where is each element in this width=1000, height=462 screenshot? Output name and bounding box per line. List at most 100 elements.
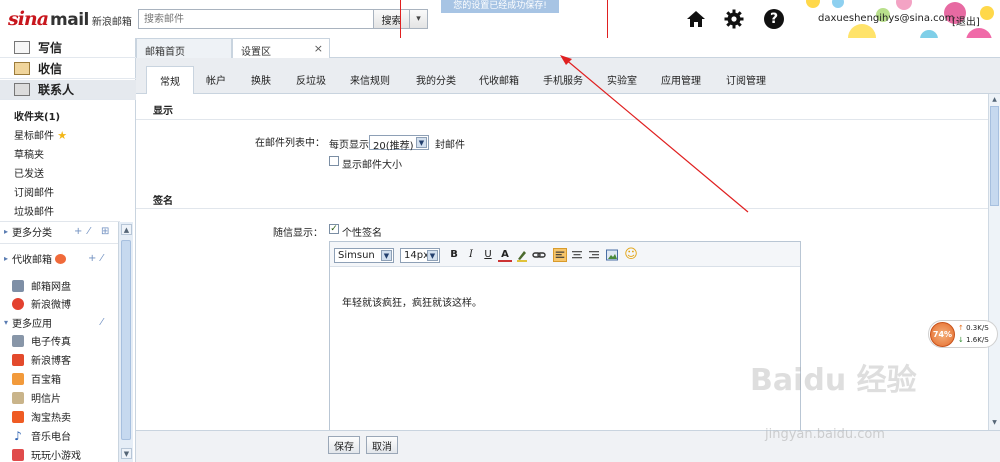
scroll-up-icon[interactable]: ▲ [121,224,132,235]
app-blog[interactable]: 新浪博客 [12,352,71,367]
app-postcard[interactable]: 明信片 [12,390,61,405]
app-taobao[interactable]: 淘宝热卖 [12,409,71,424]
sina-mail-logo[interactable]: sina mail 新浪邮箱 [8,8,132,30]
arrow-up-icon: ↑ [958,324,964,332]
tab-labs[interactable]: 实验室 [607,72,637,87]
cancel-button[interactable]: 取消 [366,436,398,454]
arrow-down-icon: ↓ [958,336,964,344]
edit-icon[interactable]: ⁄ [101,253,103,264]
tab-subscription-management[interactable]: 订阅管理 [726,72,766,87]
folder-subscriptions[interactable]: 订阅邮件 [14,184,54,199]
logo-sina: sina [8,8,49,30]
folder-sent[interactable]: 已发送 [14,165,44,180]
scroll-down-icon[interactable]: ▼ [990,418,999,427]
sidebar-scroll-thumb[interactable] [121,240,131,440]
help-icon[interactable]: ? [764,9,784,29]
add-icon[interactable]: + [88,253,96,264]
folder-starred[interactable]: 星标邮件 ★ [14,127,67,142]
insert-image-icon[interactable] [605,248,619,262]
speed-gauge: 74% [930,322,955,347]
app-fax[interactable]: 电子传真 [12,333,71,348]
main-scrollbar[interactable]: ▲ ▼ [988,94,1000,430]
gear-icon[interactable] [724,9,744,29]
signature-editor[interactable]: Simsun ▼ 14px ▼ B I U A ☺ 年轻就该疯狂，疯狂就该这样。 [329,241,801,430]
app-mini-games[interactable]: 玩玩小游戏 [12,447,81,462]
font-color-button[interactable]: A [498,248,512,262]
personal-signature-checkbox[interactable]: ✓ [329,224,339,234]
scroll-up-icon[interactable]: ▲ [990,95,999,104]
app-weibo[interactable]: 新浪微博 [12,296,71,311]
folder-spam[interactable]: 垃圾邮件 [14,203,54,218]
scroll-down-icon[interactable]: ▼ [121,448,132,459]
baidu-watermark-url: jingyan.baidu.com [765,427,885,442]
tab-settings-area[interactable]: 设置区 × [232,38,330,59]
contacts-icon [14,83,30,96]
underline-button[interactable]: U [481,248,495,262]
manage-icon[interactable]: ⊞ [101,226,109,237]
editor-toolbar: Simsun ▼ 14px ▼ B I U A ☺ [330,242,800,267]
network-speed-widget[interactable]: 74% ↑ 0.3K/S ↓ 1.6K/S [928,320,998,348]
compose-icon [14,41,30,54]
app-netdisk[interactable]: 邮箱网盘 [12,278,71,293]
more-categories-header[interactable]: ▸ 更多分类 + ⁄ ⊞ [0,224,120,239]
logout-link[interactable]: [退出] [952,13,980,28]
tab-mail-home[interactable]: 邮箱首页 [136,38,232,58]
home-icon[interactable] [686,10,706,28]
tab-mobile-service[interactable]: 手机服务 [543,72,583,87]
tab-mail-rules[interactable]: 来信规则 [350,72,390,87]
show-size-checkbox[interactable] [329,156,339,166]
font-size-select[interactable]: 14px ▼ [400,248,440,263]
tab-anti-spam[interactable]: 反垃圾 [296,72,326,87]
close-icon[interactable]: × [314,42,323,55]
italic-button[interactable]: I [464,248,478,262]
align-center-icon[interactable] [570,248,584,262]
align-left-icon[interactable] [553,248,567,262]
tab-account[interactable]: 帐户 [206,72,226,87]
compose-label: 写信 [38,41,63,55]
tab-proxy-mail[interactable]: 代收邮箱 [479,72,519,87]
more-apps-header[interactable]: ▾ 更多应用 ⁄ [0,315,120,330]
more-apps-label: 更多应用 [12,319,52,330]
proxy-mail-header[interactable]: ▸ 代收邮箱 + ⁄ [0,251,120,266]
blog-icon [12,353,24,366]
highlight-pen-icon[interactable] [515,248,529,262]
sidebar-scrollbar[interactable]: ▲ ▼ [118,222,133,462]
envelope-icon [14,62,30,75]
app-netdisk-label: 邮箱网盘 [31,282,71,293]
tab-general[interactable]: 常规 [146,66,194,94]
inbox-button[interactable]: 收信 [0,59,136,79]
postcard-icon [12,391,24,404]
app-music-radio[interactable]: ♪ 音乐电台 [12,428,71,443]
signature-text[interactable]: 年轻就该疯狂，疯狂就该这样。 [342,294,482,309]
bold-button[interactable]: B [447,248,461,262]
align-right-icon[interactable] [587,248,601,262]
divider [0,243,120,244]
tab-my-categories[interactable]: 我的分类 [416,72,456,87]
folder-inbox[interactable]: 收件夹(1) [14,108,60,123]
decor-petal [832,0,844,8]
edit-icon[interactable]: ⁄ [101,317,103,328]
chevron-down-icon: ▼ [416,137,427,148]
tab-app-management[interactable]: 应用管理 [661,72,701,87]
compose-button[interactable]: 写信 [0,38,136,58]
app-weibo-label: 新浪微博 [31,300,71,311]
app-treasure-box[interactable]: 百宝箱 [12,371,61,386]
triangle-down-icon: ▾ [3,318,8,327]
edit-icon[interactable]: ⁄ [88,226,90,237]
link-icon[interactable] [532,248,546,262]
folder-drafts[interactable]: 草稿夹 [14,146,44,161]
emoji-button[interactable]: ☺ [624,248,638,262]
font-family-value: Simsun [338,250,375,261]
music-note-icon: ♪ [12,429,24,442]
triangle-right-icon: ▸ [3,227,8,236]
add-icon[interactable]: + [74,226,82,237]
tab-skin[interactable]: 换肤 [251,72,271,87]
contacts-button[interactable]: 联系人 [0,80,136,100]
search-input[interactable] [138,9,374,29]
main-scroll-thumb[interactable] [990,106,999,206]
per-page-select[interactable]: 20(推荐) ▼ [369,135,429,152]
chat-bubble-icon [55,253,66,264]
display-section-title: 显示 [153,106,173,117]
save-button[interactable]: 保存 [328,436,360,454]
font-family-select[interactable]: Simsun ▼ [334,248,394,263]
